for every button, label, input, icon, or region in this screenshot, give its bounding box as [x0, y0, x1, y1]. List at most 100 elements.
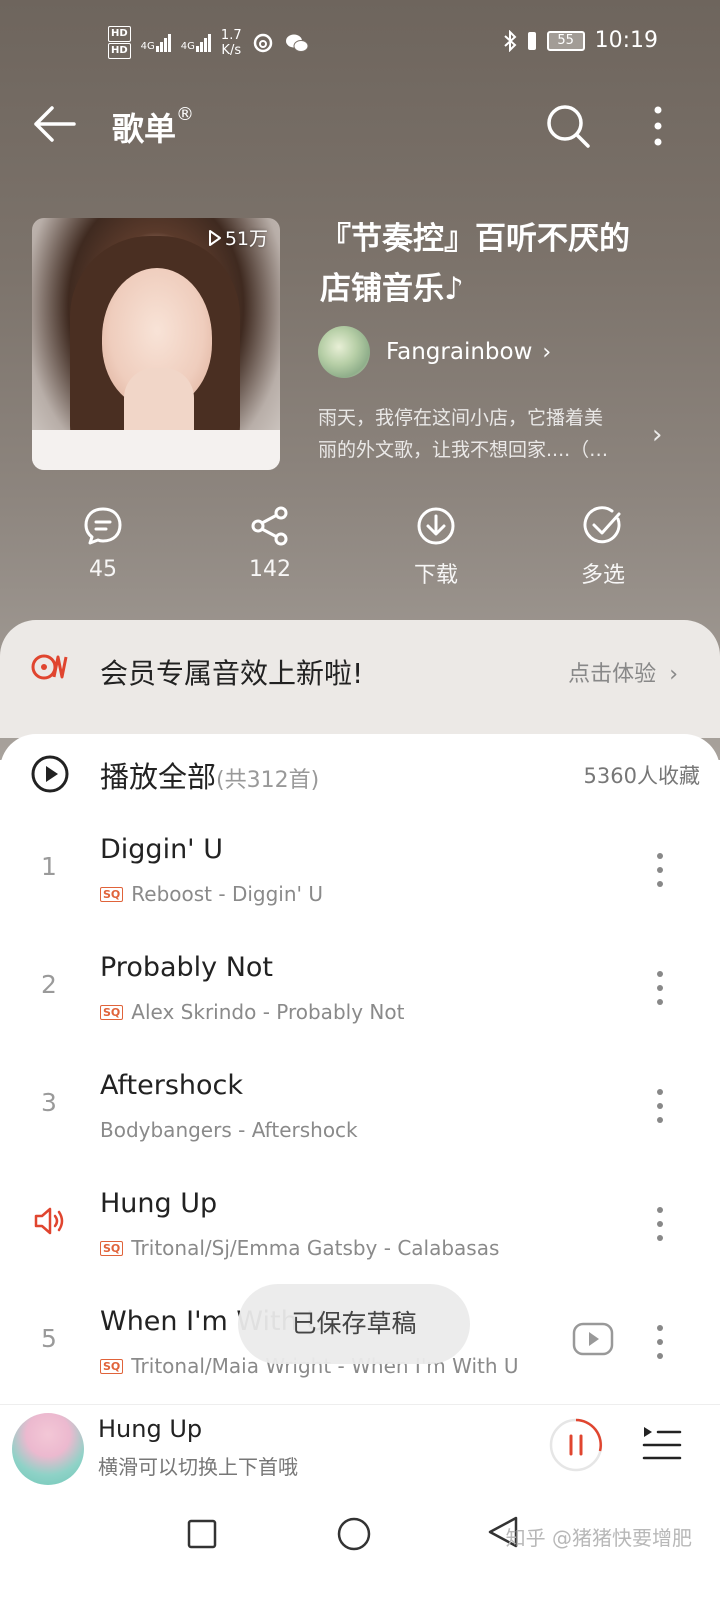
- song-title: Hung Up: [100, 1188, 218, 1219]
- song-meta: SQ Tritonal/Sj/Emma Gatsby - Calabasas: [100, 1236, 499, 1260]
- play-count-value: 51万: [224, 228, 268, 250]
- song-meta: Bodybangers - Aftershock: [100, 1118, 358, 1142]
- play-all-text: 播放全部: [100, 760, 217, 794]
- mini-player-cover[interactable]: [12, 1413, 84, 1485]
- wechat-icon: [285, 34, 309, 52]
- playlist-title-line2: 店铺音乐♪: [320, 271, 464, 307]
- member-banner-text: 会员专属音效上新啦!: [100, 657, 364, 690]
- playlist-description[interactable]: 雨天，我停在这间小店，它播着美 丽的外文歌，让我不想回家....（…: [318, 402, 648, 466]
- play-all-row[interactable]: 播放全部(共312首) 5360人收藏: [0, 734, 720, 820]
- more-vertical-icon[interactable]: [646, 102, 670, 150]
- song-number: 1: [41, 852, 57, 881]
- song-title: Diggin' U: [100, 834, 223, 865]
- download-label: 下载: [413, 563, 458, 588]
- song-count: (共312首): [216, 768, 320, 793]
- signal-1-icon: 4G: [141, 34, 171, 52]
- download-button[interactable]: 下载: [376, 505, 496, 589]
- audio-effect-icon: [31, 654, 68, 680]
- search-icon[interactable]: [544, 102, 592, 150]
- network-speed: 1.7 K/s: [220, 28, 242, 58]
- vibrate-icon: [527, 31, 536, 50]
- song-meta: SQ Alex Skrindo - Probably Not: [100, 1000, 404, 1024]
- download-icon: [417, 507, 455, 545]
- home-icon[interactable]: [336, 1516, 372, 1552]
- back-arrow-icon[interactable]: [30, 102, 78, 146]
- creator-name: Fangrainbow: [386, 339, 533, 365]
- chevron-right-icon: ›: [542, 339, 552, 365]
- member-banner[interactable]: 会员专属音效上新啦! 点击体验 ›: [0, 620, 720, 738]
- sq-badge: SQ: [100, 1358, 124, 1374]
- signal-2-icon: 4G: [181, 34, 211, 52]
- page-title: 歌单®: [112, 104, 194, 150]
- mini-player-subtitle: 横滑可以切换上下首哦: [98, 1455, 298, 1479]
- more-vertical-icon[interactable]: [652, 850, 668, 890]
- play-all-label: 播放全部(共312首): [100, 754, 319, 796]
- chevron-right-icon: ›: [669, 662, 678, 687]
- hd2-label: HD: [108, 43, 131, 59]
- song-number: 5: [41, 1324, 57, 1353]
- clock: 10:19: [594, 28, 658, 53]
- toast-message: 已保存草稿: [238, 1284, 470, 1364]
- play-count: 51万: [208, 224, 268, 251]
- sq-badge: SQ: [100, 1004, 124, 1020]
- description-chevron-icon: ›: [652, 420, 663, 450]
- sq-badge: SQ: [100, 886, 124, 902]
- playlist-queue-icon[interactable]: [640, 1421, 684, 1465]
- member-cta-label: 点击体验: [568, 662, 657, 687]
- registered-mark: ®: [176, 104, 195, 125]
- netease-icon: [253, 33, 272, 53]
- recent-apps-icon[interactable]: [186, 1518, 218, 1550]
- hd1-label: HD: [108, 26, 131, 42]
- sq-badge: SQ: [100, 1240, 124, 1256]
- song-artist: Bodybangers - Aftershock: [100, 1118, 358, 1142]
- system-navigation-bar: 知乎 @猪猪快要增肥: [0, 1500, 720, 1600]
- song-row[interactable]: 3 Aftershock Bodybangers - Aftershock: [0, 1056, 720, 1174]
- multi-select-icon: [583, 506, 621, 544]
- mini-player[interactable]: Hung Up 横滑可以切换上下首哦: [0, 1404, 720, 1500]
- play-count-icon: [208, 229, 221, 246]
- creator-row[interactable]: Fangrainbow ›: [318, 326, 551, 378]
- song-row[interactable]: 1 Diggin' U SQ Reboost - Diggin' U: [0, 820, 720, 938]
- song-number: 3: [41, 1088, 57, 1117]
- status-left: HD HD 4G 4G 1.7 K/s: [108, 26, 310, 60]
- share-count: 142: [249, 557, 291, 582]
- watermark: 知乎 @猪猪快要增肥: [505, 1526, 692, 1550]
- favorites-count[interactable]: 5360人收藏: [584, 760, 700, 790]
- playlist-cover[interactable]: 51万: [32, 218, 280, 470]
- song-number: 2: [41, 970, 57, 999]
- song-title: Probably Not: [100, 952, 274, 983]
- pause-button-icon[interactable]: [548, 1417, 604, 1473]
- song-row[interactable]: 2 Probably Not SQ Alex Skrindo - Probabl…: [0, 938, 720, 1056]
- description-line1: 雨天，我停在这间小店，它播着美: [318, 407, 604, 429]
- bluetooth-icon: [503, 29, 517, 52]
- battery-indicator: 55: [546, 30, 585, 51]
- share-button[interactable]: 142: [210, 505, 330, 582]
- song-artist: Alex Skrindo - Probably Not: [131, 1000, 405, 1024]
- song-title: Aftershock: [100, 1070, 244, 1101]
- comment-count: 45: [89, 557, 117, 582]
- mini-player-title: Hung Up: [98, 1415, 203, 1443]
- mv-play-icon[interactable]: [572, 1322, 614, 1356]
- comment-button[interactable]: 45: [43, 505, 163, 582]
- more-vertical-icon[interactable]: [652, 1204, 668, 1244]
- cover-shirt: [32, 430, 280, 470]
- play-circle-icon: [31, 755, 69, 793]
- song-artist: Reboost - Diggin' U: [131, 882, 324, 906]
- status-right: 55 10:19: [503, 28, 658, 53]
- multi-select-button[interactable]: 多选: [543, 505, 663, 589]
- playlist-title-line1: 『节奏控』百听不厌的: [320, 221, 630, 257]
- member-banner-cta[interactable]: 点击体验 ›: [568, 656, 678, 688]
- comment-icon: [84, 507, 122, 545]
- hd-indicator: HD HD: [108, 26, 131, 60]
- song-row-playing[interactable]: Hung Up SQ Tritonal/Sj/Emma Gatsby - Cal…: [0, 1174, 720, 1292]
- song-meta: SQ Reboost - Diggin' U: [100, 882, 323, 906]
- more-vertical-icon[interactable]: [652, 1322, 668, 1362]
- playlist-title: 『节奏控』百听不厌的 店铺音乐♪: [320, 214, 680, 314]
- description-line2: 丽的外文歌，让我不想回家....（…: [318, 439, 609, 461]
- more-vertical-icon[interactable]: [652, 1086, 668, 1126]
- speaker-playing-icon: [34, 1207, 64, 1235]
- song-artist: Tritonal/Sj/Emma Gatsby - Calabasas: [131, 1236, 500, 1260]
- multi-select-label: 多选: [580, 563, 625, 588]
- more-vertical-icon[interactable]: [652, 968, 668, 1008]
- status-bar: HD HD 4G 4G 1.7 K/s 55 10:19: [0, 0, 720, 90]
